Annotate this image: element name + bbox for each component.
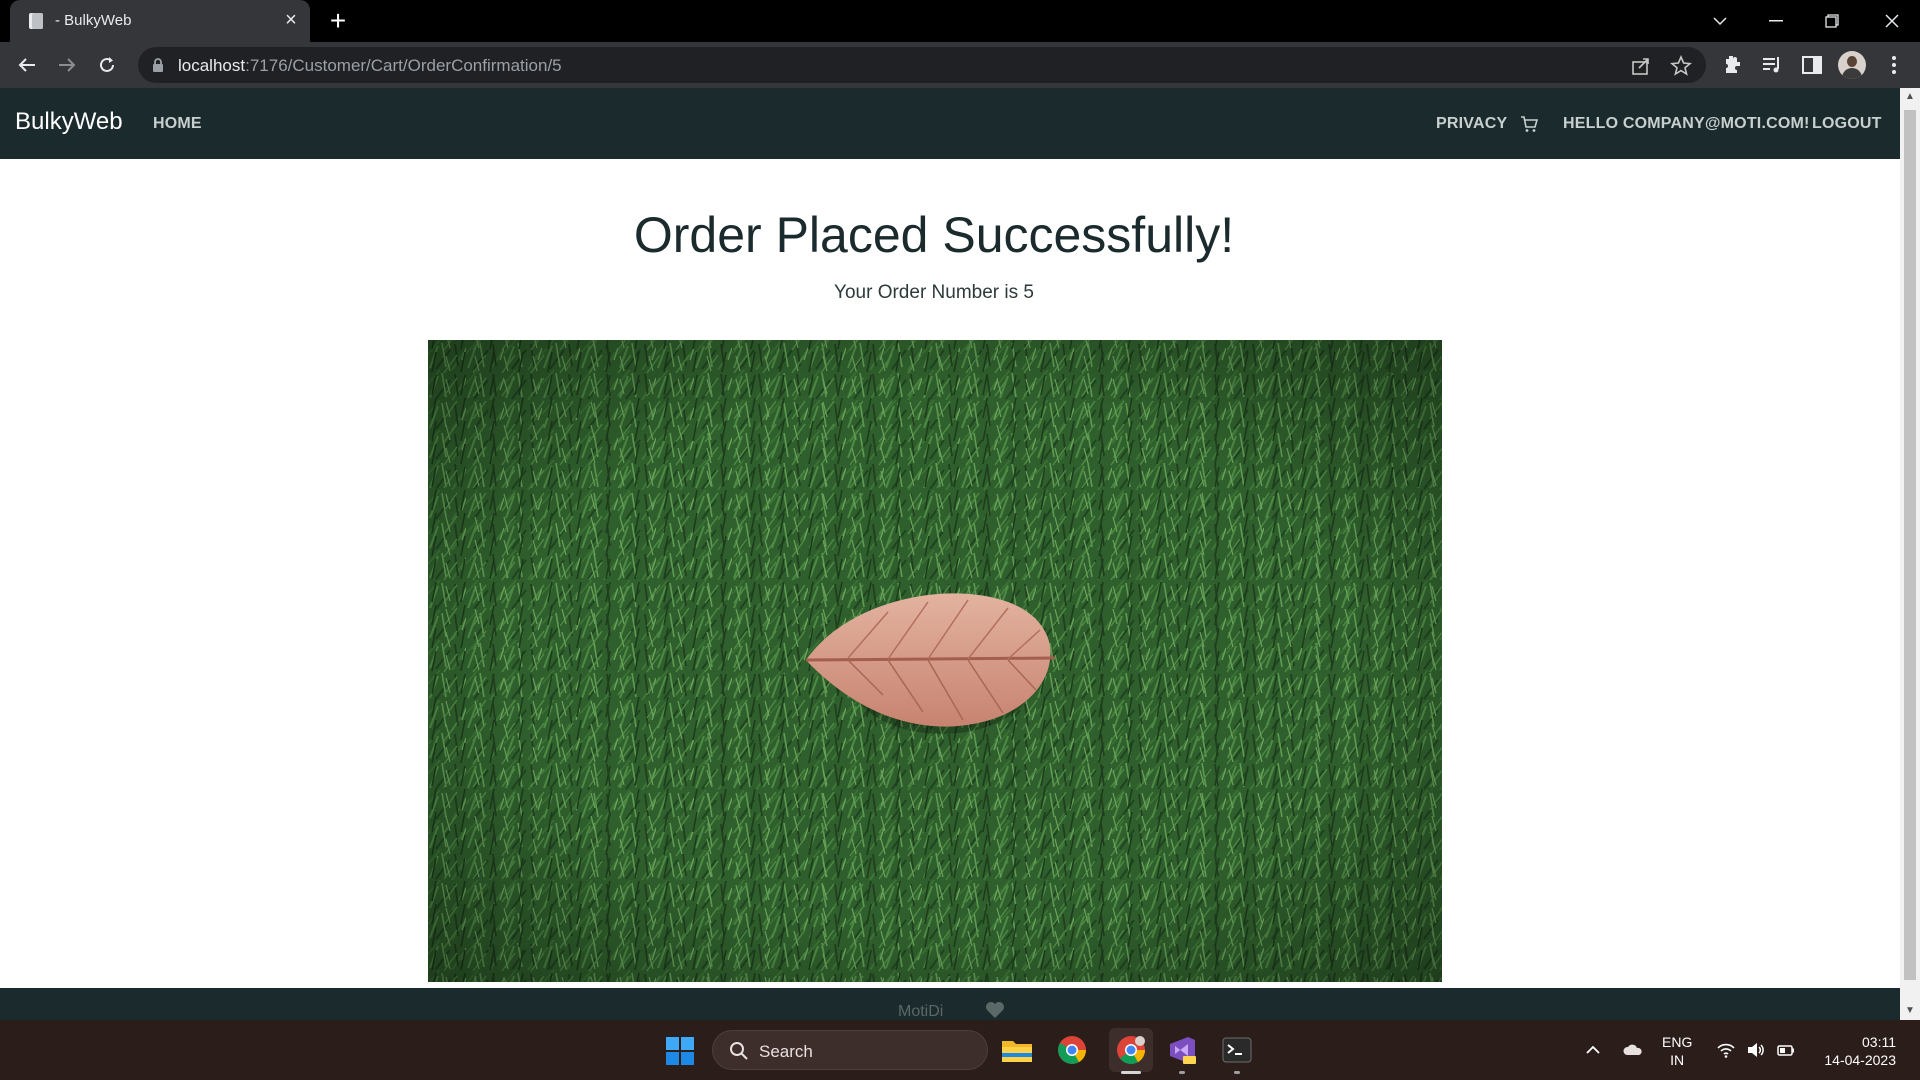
- taskbar-search-box[interactable]: Search: [712, 1030, 988, 1070]
- clock-date: 14-04-2023: [1824, 1052, 1896, 1068]
- url-host: localhost: [178, 56, 246, 75]
- cart-icon[interactable]: [1520, 115, 1538, 133]
- language-indicator[interactable]: ENG IN: [1662, 1033, 1692, 1069]
- new-tab-button[interactable]: +: [324, 7, 352, 35]
- grass-leaf-illustration: [428, 340, 1442, 982]
- scroll-thumb[interactable]: [1904, 110, 1916, 980]
- search-label: Search: [759, 1042, 813, 1061]
- clock-time: 03:11: [1862, 1034, 1896, 1050]
- site-navbar: BulkyWeb HOME PRIVACY HELLO COMPANY@MOTI…: [0, 88, 1900, 159]
- site-brand[interactable]: BulkyWeb: [15, 108, 123, 136]
- nav-hello-user[interactable]: HELLO COMPANY@MOTI.COM!: [1563, 115, 1810, 133]
- site-footer: MotiDi: [0, 988, 1900, 1020]
- chrome-profile-icon[interactable]: [1109, 1028, 1153, 1074]
- side-panel-icon[interactable]: [1800, 53, 1824, 77]
- forward-button[interactable]: [52, 50, 82, 80]
- show-hidden-icons-icon[interactable]: [1583, 1040, 1603, 1060]
- confirmation-heading: Order Placed Successfully!: [633, 207, 1235, 263]
- wifi-icon[interactable]: [1716, 1040, 1736, 1060]
- app-indicator: [1179, 1071, 1185, 1074]
- search-icon: [730, 1042, 748, 1060]
- footer-text: MotiDi: [898, 1003, 944, 1020]
- windows-taskbar: Search ENG IN 03:11 14-04-2023: [0, 1020, 1920, 1080]
- lock-icon[interactable]: [152, 58, 164, 72]
- region-code: IN: [1670, 1052, 1685, 1068]
- page-viewport: BulkyWeb HOME PRIVACY HELLO COMPANY@MOTI…: [0, 88, 1900, 1020]
- browser-tab[interactable]: - BulkyWeb ×: [10, 0, 310, 42]
- confirmation-image: [428, 340, 1442, 982]
- page-scrollbar[interactable]: ▲ ▼: [1900, 88, 1920, 1020]
- tab-search-icon[interactable]: [1692, 0, 1748, 42]
- tab-title: - BulkyWeb: [55, 12, 132, 29]
- scroll-down-icon[interactable]: ▼: [1905, 1006, 1915, 1016]
- chrome-icon[interactable]: [1054, 1032, 1090, 1068]
- browser-toolbar: localhost:7176/Customer/Cart/OrderConfir…: [0, 42, 1920, 88]
- profile-avatar[interactable]: [1838, 51, 1866, 79]
- app-indicator: [1234, 1071, 1240, 1074]
- bookmark-star-icon[interactable]: [1670, 55, 1692, 77]
- windows-start-icon[interactable]: [665, 1036, 695, 1066]
- battery-icon[interactable]: [1776, 1040, 1796, 1060]
- file-explorer-icon[interactable]: [999, 1032, 1035, 1068]
- media-controls-icon[interactable]: [1760, 53, 1784, 77]
- language-code: ENG: [1662, 1034, 1693, 1050]
- order-number-text: Your Order Number is 5: [834, 282, 1034, 303]
- page-favicon-icon: [29, 13, 43, 29]
- back-button[interactable]: [12, 50, 42, 80]
- onedrive-cloud-icon[interactable]: [1623, 1040, 1643, 1060]
- visual-studio-preview-icon[interactable]: [1164, 1032, 1200, 1074]
- nav-privacy-link[interactable]: PRIVACY: [1436, 115, 1507, 133]
- close-window-button[interactable]: [1864, 0, 1920, 42]
- address-bar[interactable]: localhost:7176/Customer/Cart/OrderConfir…: [138, 47, 1706, 83]
- nav-logout-link[interactable]: LOGOUT: [1812, 115, 1882, 133]
- restore-button[interactable]: [1804, 0, 1860, 42]
- chrome-menu-icon[interactable]: [1882, 53, 1906, 77]
- system-clock[interactable]: 03:11 14-04-2023: [1812, 1033, 1896, 1069]
- nav-home-link[interactable]: HOME: [153, 115, 202, 133]
- minimize-button[interactable]: [1748, 0, 1804, 42]
- reload-button[interactable]: [92, 50, 122, 80]
- url-path: :7176/Customer/Cart/OrderConfirmation/5: [245, 56, 562, 75]
- heart-icon: [986, 1002, 1004, 1018]
- tab-close-icon[interactable]: ×: [280, 9, 302, 31]
- extensions-icon[interactable]: [1720, 53, 1744, 77]
- browser-titlebar: - BulkyWeb × +: [0, 0, 1920, 42]
- share-icon[interactable]: [1630, 55, 1652, 77]
- scroll-up-icon[interactable]: ▲: [1905, 92, 1915, 102]
- volume-icon[interactable]: [1746, 1040, 1766, 1060]
- active-app-indicator: [1121, 1071, 1141, 1074]
- terminal-icon[interactable]: [1219, 1032, 1255, 1074]
- url-text: localhost:7176/Customer/Cart/OrderConfir…: [178, 56, 562, 76]
